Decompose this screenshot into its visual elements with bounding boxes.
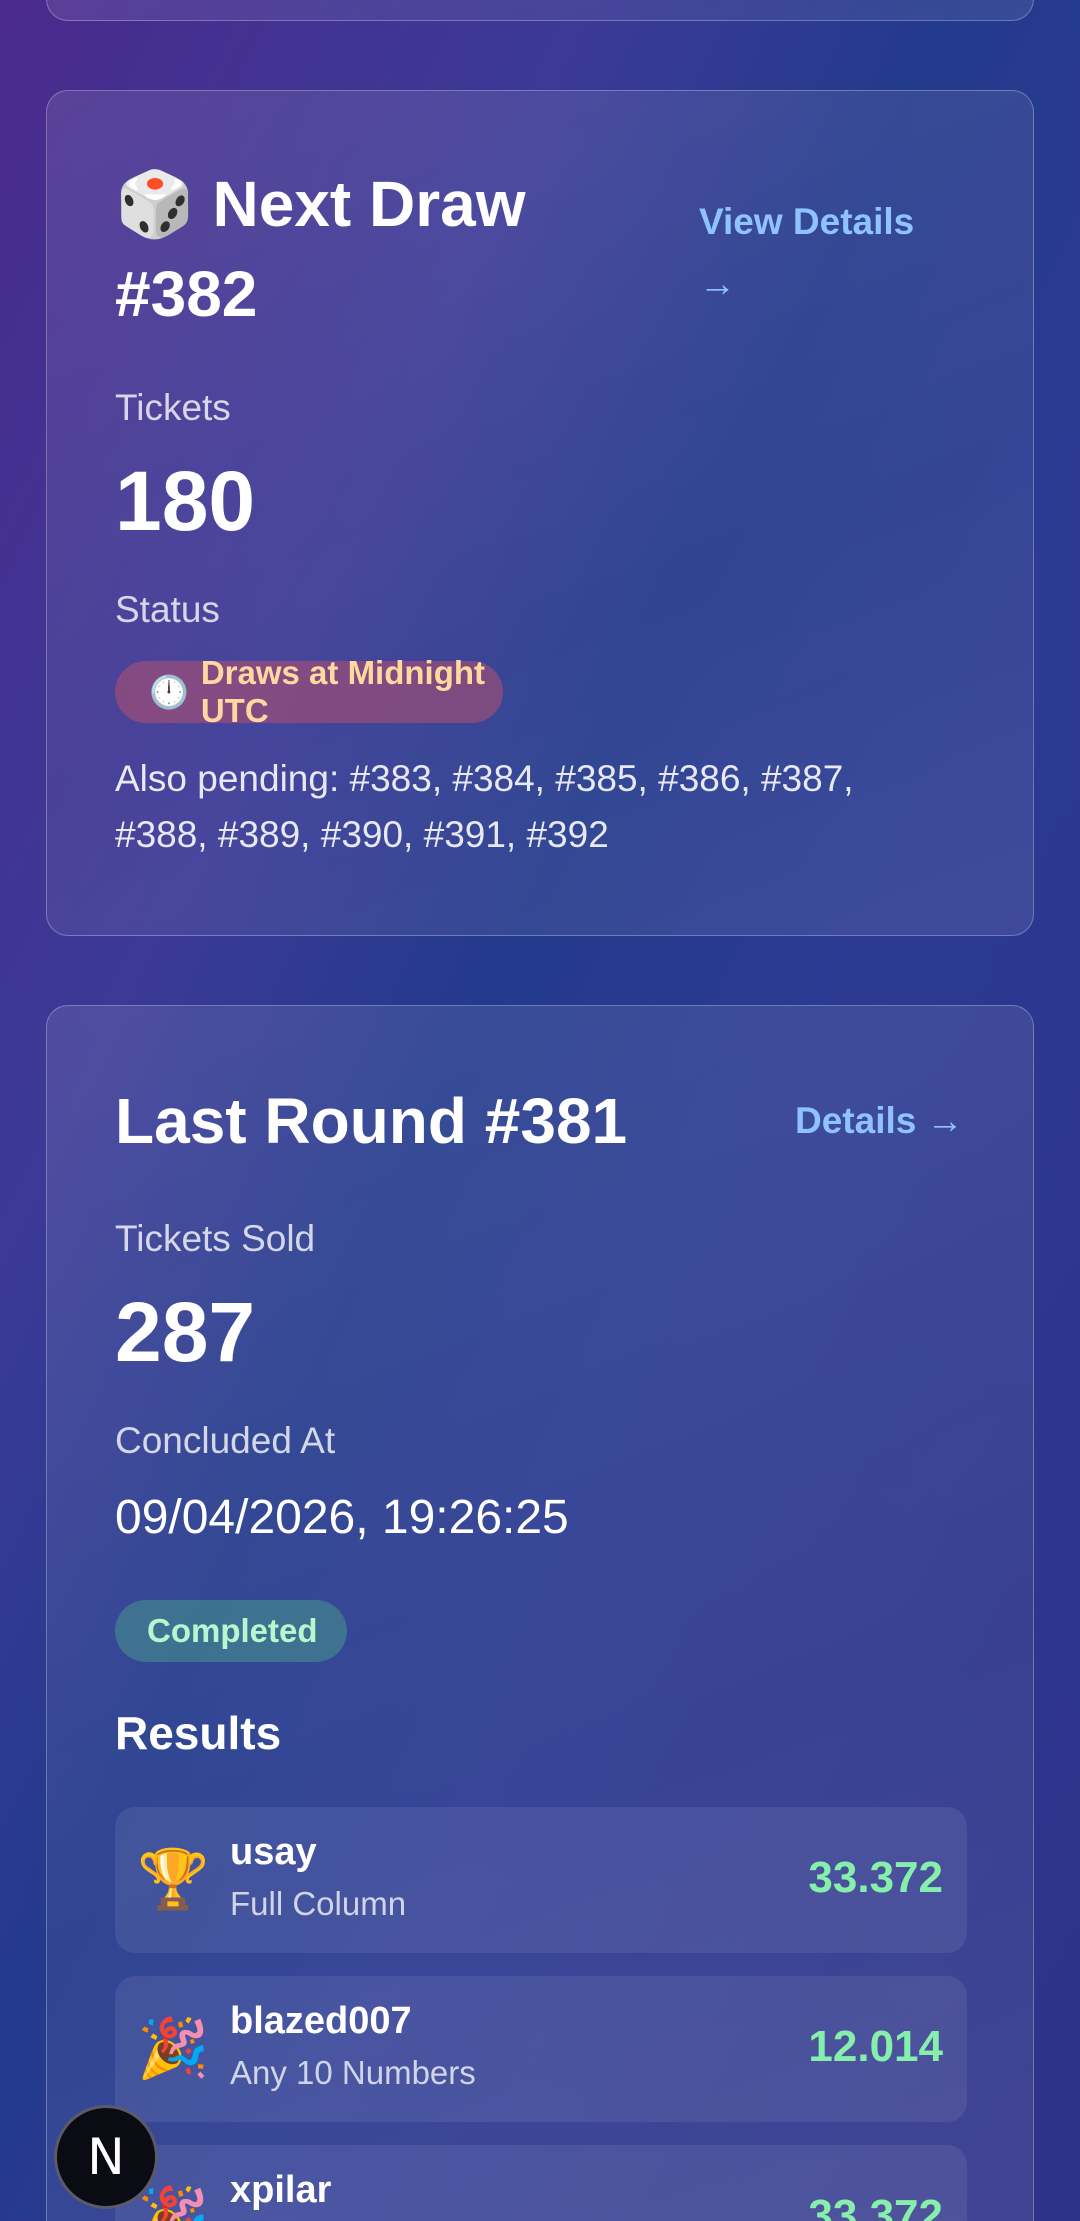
fab-label: N	[87, 2128, 125, 2186]
nextjs-logo-icon[interactable]: N	[54, 2105, 158, 2209]
status-badge-text: Draws at Midnight UTC	[200, 654, 486, 729]
prize-amount: 33.372	[808, 2191, 943, 2221]
trophy-icon: 🏆	[137, 1847, 210, 1912]
last-round-title: Last Round #381	[115, 1085, 628, 1157]
tickets-sold-label: Tickets Sold	[115, 1218, 316, 1259]
details-link[interactable]: Details →	[795, 1090, 964, 1152]
previous-card	[46, 0, 1034, 21]
concluded-at-label: Concluded At	[115, 1420, 336, 1461]
next-draw-title: 🎲 Next Draw #382	[115, 159, 675, 339]
prize-amount: 33.372	[808, 1853, 943, 1902]
tickets-value: 180	[115, 454, 256, 548]
status-badge: 🕛 Draws at Midnight UTC	[115, 654, 503, 729]
prize-amount: 12.014	[808, 2022, 943, 2071]
winner-name: blazed007	[230, 2000, 412, 2042]
prize-type: Full Column	[230, 1885, 407, 1922]
status-label: Status	[115, 589, 220, 630]
last-round-card: Last Round #381 Details → Tickets Sold 2…	[46, 1005, 1034, 2221]
clock-icon: 🕛	[149, 674, 189, 710]
party-popper-icon: 🎉	[137, 2185, 210, 2221]
concluded-at-value: 09/04/2026, 19:26:25	[115, 1491, 569, 1544]
winner-name: usay	[230, 1831, 317, 1873]
next-draw-card: 🎲 Next Draw #382 View Details → Tickets …	[46, 90, 1034, 936]
dice-icon: 🎲	[115, 168, 195, 240]
party-popper-icon: 🎉	[137, 2016, 210, 2081]
tickets-label: Tickets	[115, 387, 231, 428]
result-row[interactable]: 🏆 usay Full Column 33.372	[115, 1807, 967, 1953]
results-heading: Results	[115, 1707, 282, 1759]
completed-badge: Completed	[115, 1600, 347, 1662]
winner-name: xpilar	[230, 2169, 332, 2211]
completed-badge-text: Completed	[147, 1612, 318, 1649]
tickets-sold-value: 287	[115, 1285, 256, 1379]
result-row[interactable]: 🎉 xpilar 33.372	[115, 2145, 967, 2221]
view-details-link[interactable]: View Details →	[699, 191, 949, 315]
result-row[interactable]: 🎉 blazed007 Any 10 Numbers 12.014	[115, 1976, 967, 2122]
pending-draws-text: Also pending: #383, #384, #385, #386, #3…	[115, 758, 854, 855]
prize-type: Any 10 Numbers	[230, 2054, 476, 2091]
